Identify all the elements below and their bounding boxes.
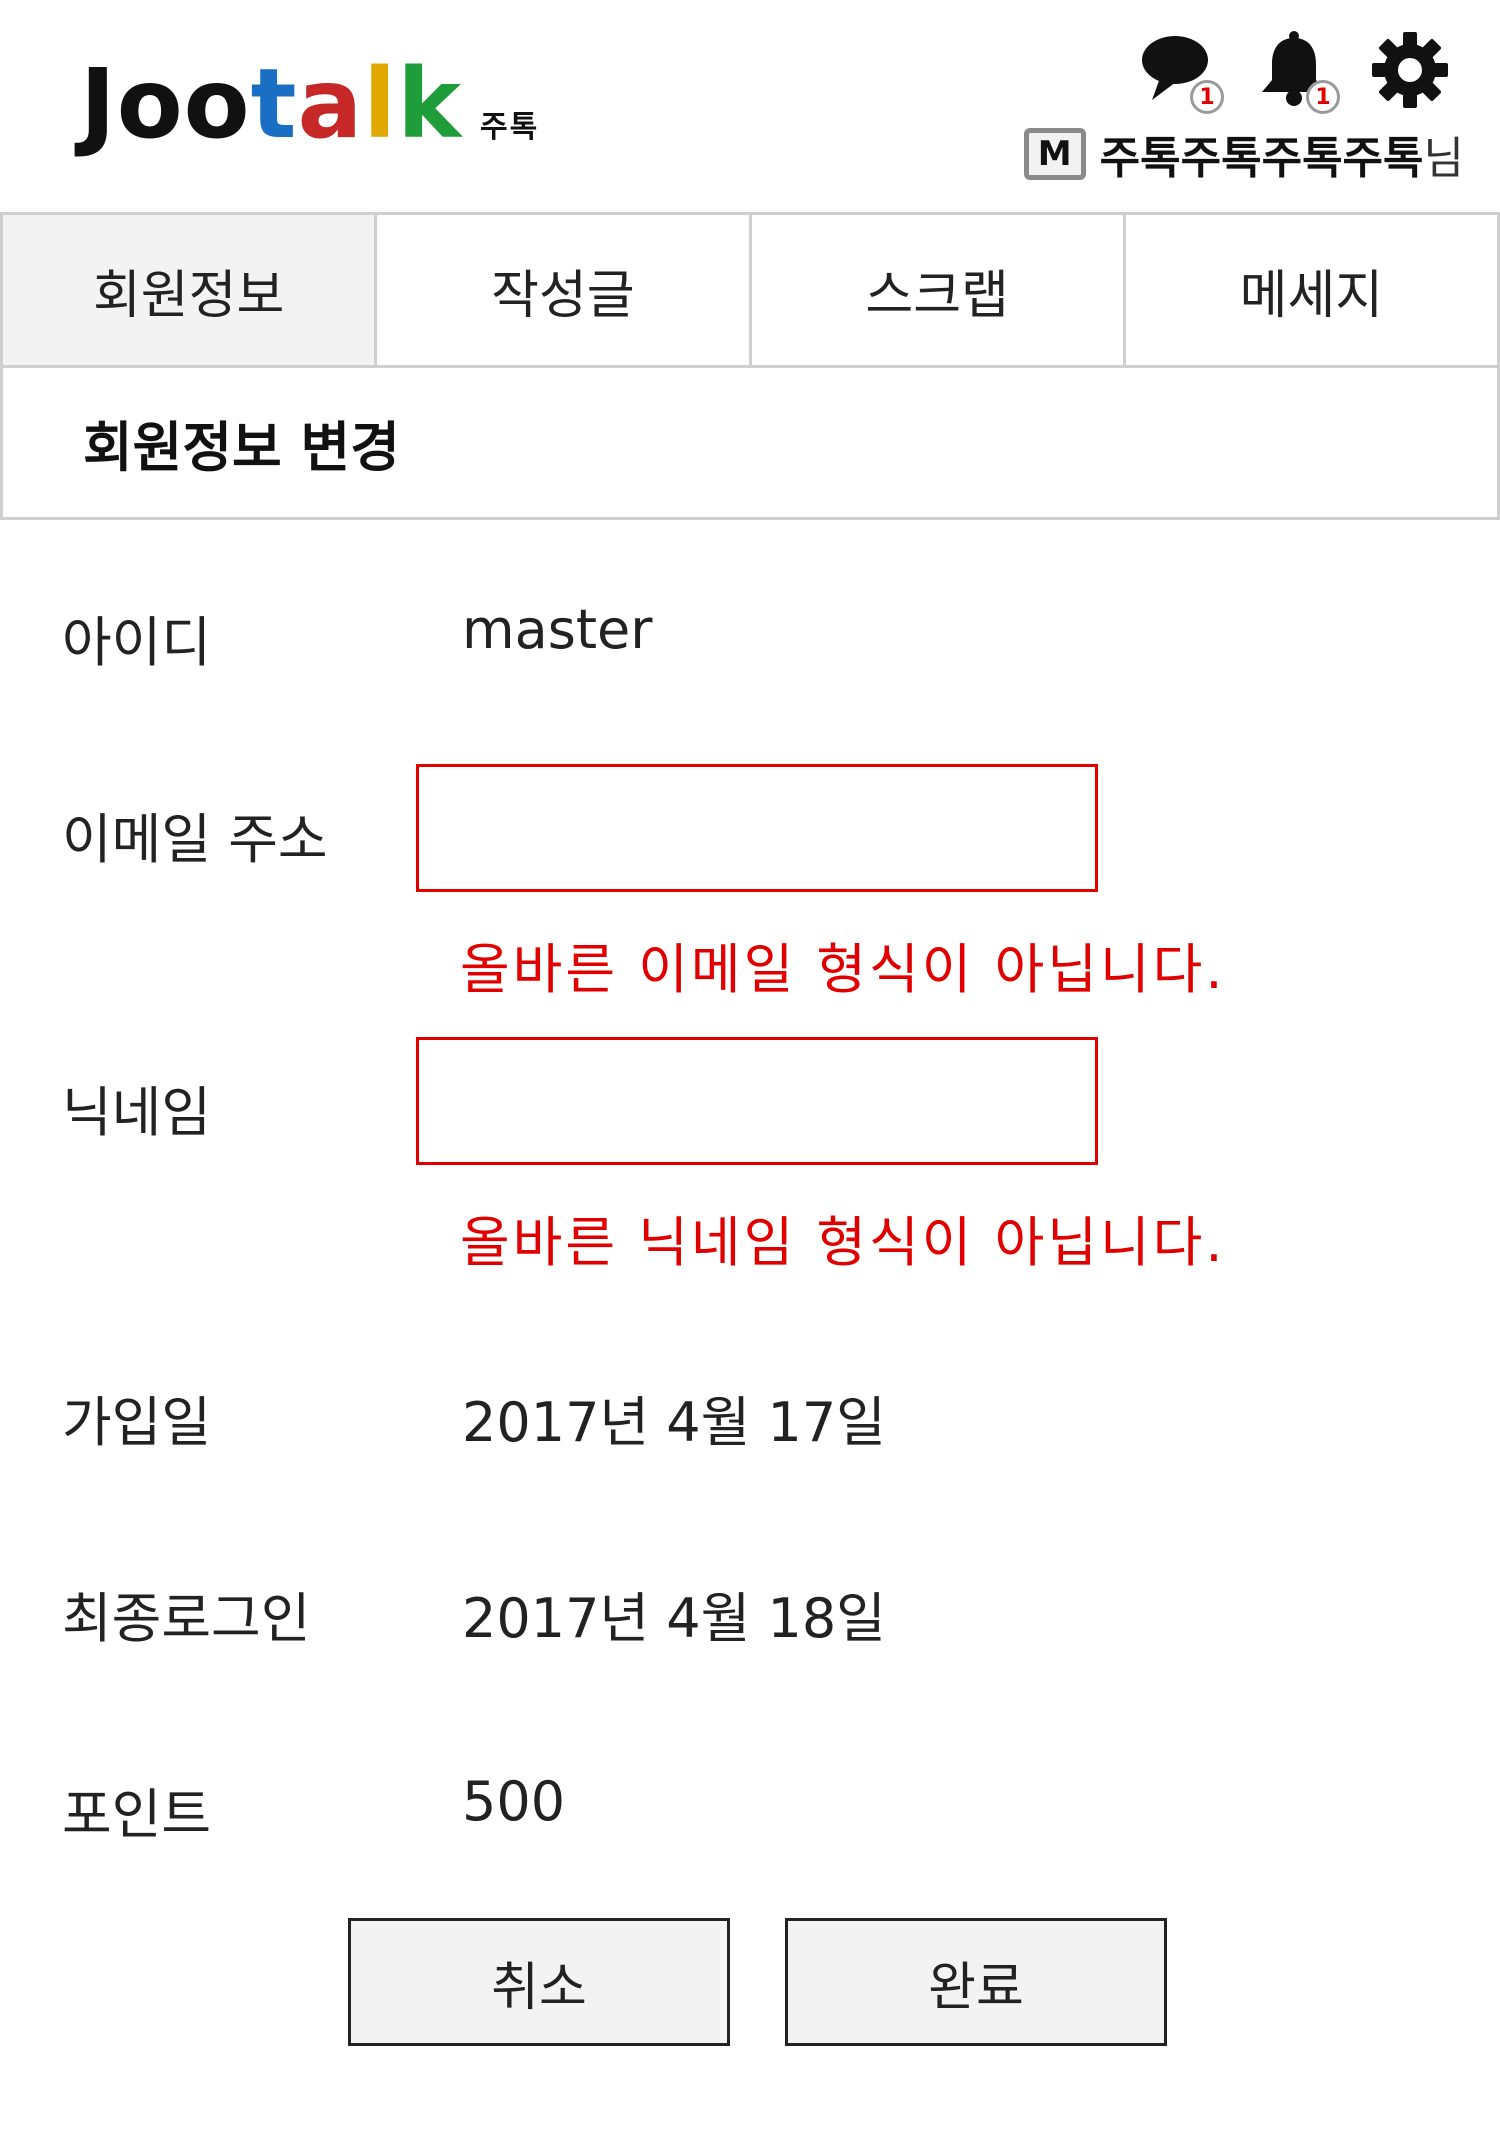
email-error: 올바른 이메일 형식이 아닙니다. (460, 938, 1226, 1001)
header-icons: 1 1 (1138, 30, 1450, 114)
points-value: 500 (462, 1770, 566, 1833)
user-grade-badge: M (1023, 128, 1086, 180)
last-login-label: 최종로그인 (62, 1587, 311, 1650)
logo-letter-j: J (80, 48, 117, 160)
joined-value: 2017년 4월 17일 (462, 1391, 886, 1454)
logo-letter-a: a (297, 48, 364, 160)
nickname-label: 닉네임 (62, 1081, 212, 1144)
tab-posts[interactable]: 작성글 (377, 215, 752, 365)
user-name: 주톡주톡주톡주톡 (1099, 133, 1424, 184)
logo-letter-k: k (397, 48, 463, 160)
nickname-error: 올바른 닉네임 형식이 아닙니다. (460, 1211, 1226, 1274)
id-value: master (462, 598, 653, 661)
header: J o o t a l k 주톡 1 1 M 주톡주톡주톡주톡 님 (0, 0, 1500, 212)
settings-button[interactable] (1370, 30, 1450, 110)
notification-badge: 1 (1306, 80, 1340, 114)
gear-icon (1372, 32, 1448, 108)
logo-letter-t: t (250, 48, 298, 160)
email-label: 이메일 주소 (62, 808, 328, 871)
confirm-button[interactable]: 완료 (785, 1918, 1167, 2046)
chat-badge: 1 (1190, 80, 1224, 114)
cancel-button[interactable]: 취소 (348, 1918, 730, 2046)
points-label: 포인트 (62, 1783, 212, 1846)
nickname-input[interactable] (416, 1037, 1098, 1165)
id-label: 아이디 (62, 611, 212, 674)
last-login-value: 2017년 4월 18일 (462, 1587, 886, 1650)
tab-messages[interactable]: 메세지 (1125, 215, 1500, 365)
tab-member-info[interactable]: 회원정보 (0, 215, 378, 365)
user-info[interactable]: M 주톡주톡주톡주톡 님 (1023, 122, 1464, 186)
logo-letter-l: l (363, 48, 398, 160)
tab-bar: 회원정보 작성글 스크랩 메세지 (0, 212, 1500, 368)
user-name-suffix: 님 (1423, 133, 1464, 184)
logo-letter-o2: o (183, 48, 251, 160)
notification-button[interactable]: 1 (1254, 30, 1340, 114)
chat-button[interactable]: 1 (1138, 30, 1224, 114)
email-input[interactable] (416, 764, 1098, 892)
logo[interactable]: J o o t a l k 주톡 (80, 48, 539, 160)
logo-letter-o1: o (116, 48, 184, 160)
section-title: 회원정보 변경 (0, 368, 1500, 520)
joined-label: 가입일 (62, 1391, 212, 1454)
logo-subtitle: 주톡 (480, 110, 540, 145)
tab-scrap[interactable]: 스크랩 (751, 215, 1126, 365)
